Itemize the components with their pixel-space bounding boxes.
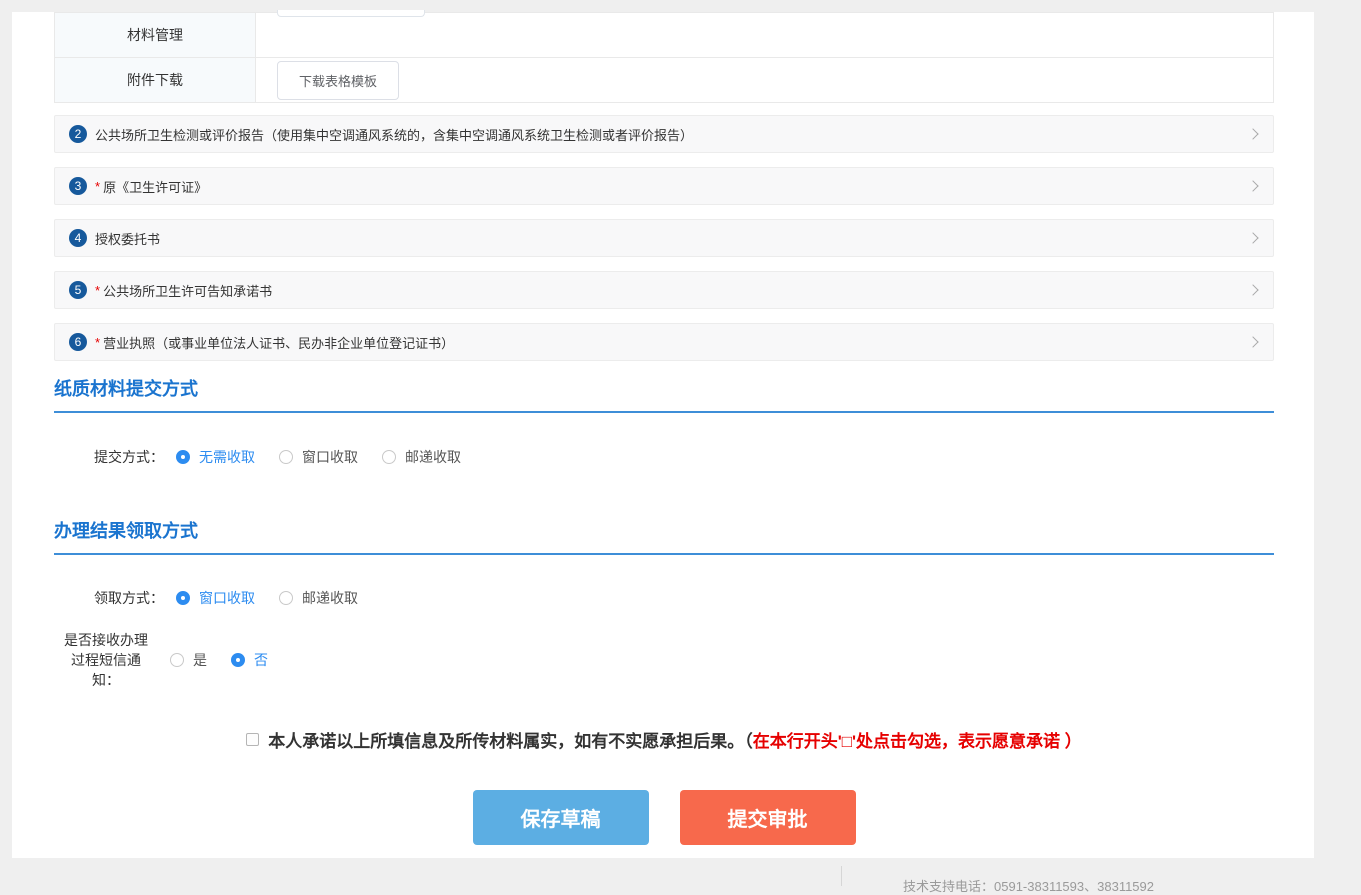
item-number-badge: 5 — [69, 281, 87, 299]
chevron-right-icon — [1247, 128, 1258, 139]
radio-unselected-icon[interactable] — [279, 450, 293, 464]
chevron-right-icon — [1247, 232, 1258, 243]
radio-option-no-collect[interactable]: 无需收取 — [176, 447, 255, 467]
item-number-badge: 3 — [69, 177, 87, 195]
required-asterisk: * — [95, 335, 100, 350]
sms-notify-label: 是否接收办理 过程短信通 知： — [54, 630, 158, 690]
sms-notify-options: 是 否 — [170, 650, 268, 670]
radio-option-yes[interactable]: 是 — [170, 650, 207, 670]
radio-selected-icon[interactable] — [176, 450, 190, 464]
radio-option-mail-collect[interactable]: 邮递收取 — [382, 447, 461, 467]
commitment-hint-red: 在本行开头'□'处点击勾选，表示愿意承诺 ） — [753, 732, 1082, 751]
submit-approval-button[interactable]: 提交审批 — [680, 790, 856, 845]
submission-method-label: 提交方式： — [54, 447, 164, 467]
table-row: 附件下载 下载表格模板 — [55, 58, 1274, 103]
accordion-item-title: 原《卫生许可证》 — [103, 177, 207, 196]
pickup-method-label: 领取方式： — [54, 588, 164, 608]
material-table: 材料管理 附件下载 下载表格模板 — [54, 12, 1274, 103]
attachment-accordion: 2 公共场所卫生检测或评价报告（使用集中空调通风系统的，含集中空调通风系统卫生检… — [54, 115, 1274, 361]
form-content: 材料管理 附件下载 下载表格模板 2 公共场所卫生检测或评价报告（使用集中空调通… — [54, 12, 1274, 845]
radio-selected-icon[interactable] — [176, 591, 190, 605]
required-asterisk: * — [95, 179, 100, 194]
chevron-right-icon — [1247, 180, 1258, 191]
table-row: 材料管理 — [55, 13, 1274, 58]
truncated-input-field[interactable] — [277, 10, 425, 17]
material-manage-value — [256, 13, 1274, 58]
item-number-badge: 6 — [69, 333, 87, 351]
chevron-right-icon — [1247, 336, 1258, 347]
accordion-item-5[interactable]: 5 * 公共场所卫生许可告知承诺书 — [54, 271, 1274, 309]
footer-divider — [841, 866, 842, 886]
accordion-item-6[interactable]: 6 * 营业执照（或事业单位法人证书、民办非企业单位登记证书） — [54, 323, 1274, 361]
commitment-checkbox[interactable] — [246, 733, 259, 746]
result-section-title: 办理结果领取方式 — [54, 517, 1274, 555]
accordion-item-4[interactable]: 4 授权委托书 — [54, 219, 1274, 257]
form-card: 材料管理 附件下载 下载表格模板 2 公共场所卫生检测或评价报告（使用集中空调通… — [12, 12, 1314, 870]
action-buttons: 保存草稿 提交审批 — [54, 790, 1274, 845]
item-number-badge: 2 — [69, 125, 87, 143]
accordion-item-title: 营业执照（或事业单位法人证书、民办非企业单位登记证书） — [103, 333, 454, 352]
pickup-method-options: 窗口收取 邮递收取 — [176, 588, 358, 608]
commitment-row: 本人承诺以上所填信息及所传材料属实，如有不实愿承担后果。（在本行开头'□'处点击… — [54, 727, 1274, 752]
radio-selected-icon[interactable] — [231, 653, 245, 667]
save-draft-button[interactable]: 保存草稿 — [473, 790, 649, 845]
radio-unselected-icon[interactable] — [382, 450, 396, 464]
sms-notify-row: 是否接收办理 过程短信通 知： 是 否 — [54, 630, 1274, 690]
chevron-right-icon — [1247, 284, 1258, 295]
item-number-badge: 4 — [69, 229, 87, 247]
accordion-item-3[interactable]: 3 * 原《卫生许可证》 — [54, 167, 1274, 205]
submission-method-row: 提交方式： 无需收取 窗口收取 邮递收取 — [54, 447, 1274, 467]
accordion-item-2[interactable]: 2 公共场所卫生检测或评价报告（使用集中空调通风系统的，含集中空调通风系统卫生检… — [54, 115, 1274, 153]
accordion-item-title: 公共场所卫生许可告知承诺书 — [103, 281, 272, 300]
radio-option-mail-pickup[interactable]: 邮递收取 — [279, 588, 358, 608]
required-asterisk: * — [95, 283, 100, 298]
page-footer: 技术支持电话：0591-38311593、38311592 — [0, 858, 1361, 886]
submission-method-options: 无需收取 窗口收取 邮递收取 — [176, 447, 461, 467]
download-template-button[interactable]: 下载表格模板 — [277, 61, 399, 100]
radio-option-no[interactable]: 否 — [231, 650, 268, 670]
accordion-item-title: 公共场所卫生检测或评价报告（使用集中空调通风系统的，含集中空调通风系统卫生检测或… — [95, 125, 693, 144]
radio-unselected-icon[interactable] — [279, 591, 293, 605]
commitment-text: 本人承诺以上所填信息及所传材料属实，如有不实愿承担后果。（在本行开头'□'处点击… — [268, 727, 1082, 752]
attachment-download-value: 下载表格模板 — [256, 58, 1274, 103]
material-manage-label: 材料管理 — [55, 13, 256, 58]
paper-section-title: 纸质材料提交方式 — [54, 375, 1274, 413]
radio-unselected-icon[interactable] — [170, 653, 184, 667]
pickup-method-row: 领取方式： 窗口收取 邮递收取 — [54, 588, 1274, 608]
attachment-download-label: 附件下载 — [55, 58, 256, 103]
radio-option-window-collect[interactable]: 窗口收取 — [279, 447, 358, 467]
accordion-item-title: 授权委托书 — [95, 229, 160, 248]
radio-option-window-pickup[interactable]: 窗口收取 — [176, 588, 255, 608]
